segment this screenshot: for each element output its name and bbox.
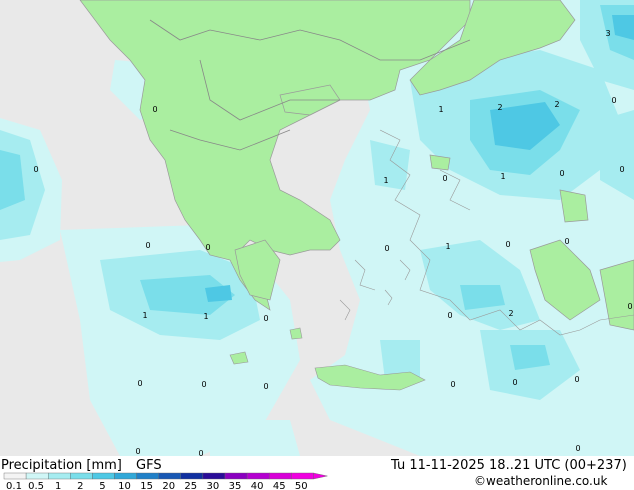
legend-swatch — [291, 472, 314, 480]
legend-tick-label: 0.1 — [6, 481, 22, 490]
legend-swatch — [136, 472, 159, 480]
legend-swatch — [202, 472, 226, 480]
map-value-label: 0 — [447, 311, 452, 320]
map-value-label: 0 — [135, 447, 140, 456]
legend-tick-label: 2 — [77, 481, 83, 490]
map-value-label: 0 — [611, 96, 616, 105]
map-value-label: 2 — [508, 309, 513, 318]
valid-time: Tu 11-11-2025 18..21 UTC (00+237) — [391, 458, 627, 473]
legend-swatch — [246, 472, 270, 480]
legend-swatch — [158, 472, 181, 480]
map-value-label: 0 — [575, 444, 580, 453]
legend-tick-label: 0.5 — [28, 481, 44, 490]
legend-tick-label: 40 — [251, 481, 264, 490]
legend-swatch — [180, 472, 204, 480]
map-value-label: 0 — [512, 378, 517, 387]
legend-swatch — [48, 472, 71, 480]
legend-ticks: 0.1 0.5 1 2 5 10 15 20 25 30 35 40 45 50 — [6, 481, 308, 490]
legend-tick-label: 20 — [162, 481, 175, 490]
legend-tick-label: 45 — [273, 481, 286, 490]
map-value-label: 0 — [384, 244, 389, 253]
legend-tick-label: 50 — [295, 481, 308, 490]
map-value-label: 1 — [445, 242, 450, 251]
legend-swatch — [92, 472, 115, 480]
map-value-label: 0 — [201, 380, 206, 389]
map-value-label: 2 — [554, 100, 559, 109]
credit-link[interactable]: ©weatheronline.co.uk — [474, 474, 607, 488]
map-value-label: 1 — [203, 312, 208, 321]
map-value-label: 3 — [605, 29, 610, 38]
map-value-label: 0 — [505, 240, 510, 249]
map-value-label: 0 — [627, 302, 632, 311]
map-value-label: 1 — [383, 176, 388, 185]
legend-tick-label: 25 — [184, 481, 197, 490]
map-value-label: 0 — [198, 449, 203, 456]
map-value-label: 0 — [442, 174, 447, 183]
map-value-label: 0 — [559, 169, 564, 178]
map-value-label: 0 — [564, 237, 569, 246]
legend-swatches — [3, 472, 328, 480]
map-value-label: 1 — [500, 172, 505, 181]
legend-tick-label: 15 — [140, 481, 153, 490]
map-value-label: 0 — [574, 375, 579, 384]
map-value-label: 0 — [152, 105, 157, 114]
legend-bar: 0.1 0.5 1 2 5 10 15 20 25 30 35 40 45 50 — [3, 472, 328, 490]
legend-swatch — [70, 472, 93, 480]
legend-swatch — [3, 472, 27, 480]
legend-swatch — [25, 472, 49, 480]
legend-tick-label: 35 — [229, 481, 242, 490]
map-value-label: 0 — [205, 243, 210, 252]
map-value-label: 0 — [137, 379, 142, 388]
map-value-label: 1 — [142, 311, 147, 320]
map-value-label: 2 — [497, 103, 502, 112]
legend-tick-label: 1 — [55, 481, 61, 490]
map-value-label: 0 — [619, 165, 624, 174]
map-value-label: 0 — [263, 314, 268, 323]
legend-tick-label: 5 — [99, 481, 105, 490]
legend-swatch — [114, 472, 137, 480]
map-value-label: 0 — [263, 382, 268, 391]
map-value-label: 1 — [438, 105, 443, 114]
legend-tick-label: 10 — [118, 481, 131, 490]
map-value-label: 0 — [145, 241, 150, 250]
legend-swatch — [269, 472, 292, 480]
precipitation-map: 3 0 1 2 2 0 0 0 1 0 1 0 0 0 0 1 0 0 0 1 1 0 0 2 0 0 0 0 0 0 0 0 0 — [0, 0, 634, 456]
legend-tick-label: 30 — [207, 481, 220, 490]
legend-swatch — [224, 472, 248, 480]
legend-arrow — [313, 472, 328, 480]
map-value-label: 0 — [33, 165, 38, 174]
map-value-label: 0 — [450, 380, 455, 389]
footer: Precipitation [mm] GFS Tu 11-11-2025 18.… — [0, 456, 634, 490]
